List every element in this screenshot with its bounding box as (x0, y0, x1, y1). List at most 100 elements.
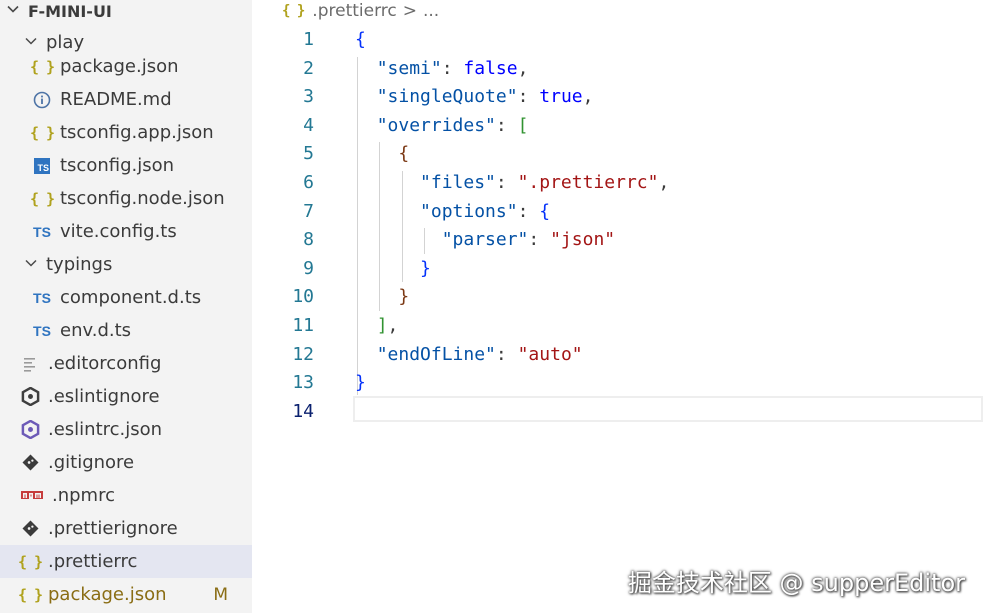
tree-file[interactable]: .npmrc (0, 479, 252, 512)
tree-item-label: vite.config.ts (60, 221, 177, 242)
code-line[interactable]: 2 "semi": false, (252, 55, 983, 83)
code-line[interactable]: 14 (252, 398, 983, 426)
tree-item-label: component.d.ts (60, 287, 202, 308)
tree-file[interactable]: { } tsconfig.node.json (0, 182, 252, 215)
json-braces-icon: { } (17, 585, 43, 604)
line-number: 1 (303, 29, 314, 50)
code-line[interactable]: 10 } (252, 283, 983, 311)
code-line[interactable]: 4 "overrides": [ (252, 112, 983, 140)
tree-file[interactable]: { } .prettierrc (0, 545, 252, 578)
code-line[interactable]: 13} (252, 369, 983, 397)
tree-item-label: README.md (60, 89, 172, 110)
token-key: "files" (420, 172, 496, 193)
token-colon: : (517, 86, 540, 108)
token-colon: , (658, 172, 670, 193)
breadcrumb-file[interactable]: .prettierrc (312, 1, 396, 21)
tree-item-label: package.json (60, 56, 179, 77)
tree-file[interactable]: { } tsconfig.app.json (0, 116, 252, 149)
tree-file[interactable]: .eslintrc.json (0, 413, 252, 446)
json-braces-icon: { } (29, 123, 55, 142)
code-text: "parser": "json" (355, 226, 615, 254)
git-icon (20, 453, 40, 473)
token-brace2: ] (376, 315, 388, 336)
token-punc: { (355, 29, 366, 50)
tree-item-label: .npmrc (52, 485, 115, 506)
explorer-root-folder[interactable]: F-MINI-UI (0, 0, 252, 22)
tree-item-label: .eslintrc.json (48, 419, 163, 440)
breadcrumb: { } .prettierrc > ... (282, 0, 439, 22)
typescript-icon: TS (33, 322, 51, 339)
token-colon: , (387, 315, 399, 336)
tree-file[interactable]: { } package.json M (0, 578, 252, 611)
tree-file[interactable]: TS tsconfig.json (0, 149, 252, 182)
token-brace2: [ (517, 114, 529, 136)
line-number: 9 (303, 257, 314, 279)
explorer-sidebar: F-MINI-UI play{ } package.json README.md{ … (0, 0, 252, 613)
line-number: 5 (303, 143, 314, 165)
code-line[interactable]: 5 { (252, 140, 983, 168)
line-number: 7 (303, 200, 314, 222)
chevron-down-icon[interactable] (22, 34, 40, 52)
code-text: } (355, 255, 431, 283)
token-kw: false (463, 57, 518, 79)
info-icon (32, 90, 52, 110)
code-text: "singleQuote": true, (355, 83, 594, 111)
code-line[interactable]: 1{ (252, 26, 983, 54)
line-number: 4 (303, 114, 314, 136)
code-text: } (355, 283, 409, 311)
tree-file[interactable]: TS component.d.ts (0, 281, 252, 314)
git-modified-badge: M (213, 584, 228, 605)
tree-file[interactable]: { } package.json (0, 50, 252, 83)
token-key: "singleQuote" (376, 86, 518, 108)
token-key: "options" (420, 200, 518, 222)
token-str: "json" (550, 229, 616, 251)
code-line[interactable]: 7 "options": { (252, 198, 983, 226)
code-line[interactable]: 9 } (252, 255, 983, 283)
chevron-right-icon: > (402, 1, 417, 21)
code-text: ], (355, 312, 399, 340)
eslint-icon (20, 420, 40, 440)
tree-file[interactable]: .gitignore (0, 446, 252, 479)
json-braces-icon: { } (282, 3, 305, 19)
code-text: } (355, 369, 366, 397)
tree-file[interactable]: .eslintignore (0, 380, 252, 413)
token-key: "endOfLine" (376, 343, 496, 365)
code-line[interactable]: 12 "endOfLine": "auto" (252, 341, 983, 369)
tree-file[interactable]: .editorconfig (0, 347, 252, 380)
token-str: "auto" (517, 343, 583, 365)
code-editor[interactable]: { } .prettierrc > ... 1{2 "semi": false,… (252, 0, 983, 613)
tree-file[interactable]: README.md (0, 83, 252, 116)
code-line[interactable]: 6 "files": ".prettierrc", (252, 169, 983, 197)
code-text: "files": ".prettierrc", (355, 169, 669, 197)
code-line[interactable]: 8 "parser": "json" (252, 226, 983, 254)
token-colon: : (441, 57, 464, 79)
line-number: 3 (303, 86, 314, 108)
line-number: 11 (292, 315, 314, 336)
token-colon: , (517, 57, 529, 79)
breadcrumb-more[interactable]: ... (423, 1, 439, 21)
code-line[interactable]: 11 ], (252, 312, 983, 340)
token-punc: } (420, 257, 431, 279)
tree-file[interactable]: TS env.d.ts (0, 314, 252, 347)
chevron-down-icon[interactable] (4, 2, 22, 20)
line-number: 13 (292, 372, 314, 394)
tree-folder-typings[interactable]: typings (0, 248, 252, 281)
tree-file[interactable]: .prettierignore (0, 512, 252, 545)
token-colon: : (495, 343, 518, 365)
typescript-icon: TS (33, 289, 51, 306)
explorer-root-label: F-MINI-UI (28, 1, 112, 21)
tree-file[interactable]: TS vite.config.ts (0, 215, 252, 248)
token-colon: , (582, 86, 594, 108)
code-text: { (355, 140, 409, 168)
code-text: "options": { (355, 198, 550, 226)
token-kw: true (539, 86, 583, 108)
code-line[interactable]: 3 "singleQuote": true, (252, 83, 983, 111)
token-colon: : (528, 229, 551, 251)
code-text: "overrides": [ (355, 112, 529, 140)
chevron-down-icon[interactable] (22, 256, 40, 274)
